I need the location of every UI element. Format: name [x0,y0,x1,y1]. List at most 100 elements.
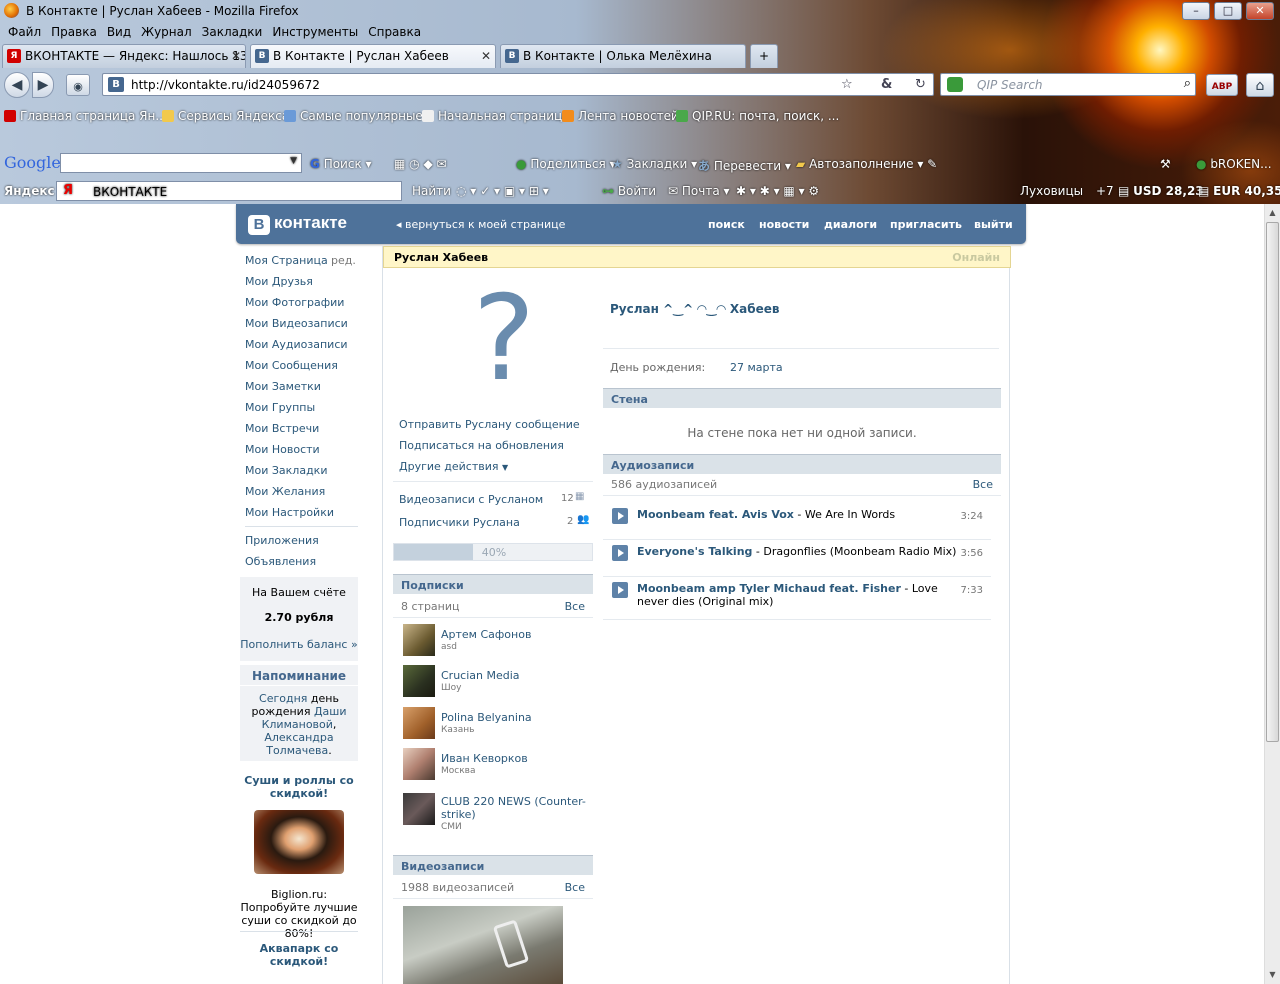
birthday-value[interactable]: 27 марта [730,361,783,374]
weather-temp[interactable]: +7 [1096,184,1114,198]
audio-track[interactable]: Moonbeam feat. Avis Vox - We Are In Word… [603,504,991,540]
audio-track[interactable]: Everyone's Talking - Dragonflies (Moonbe… [603,541,991,577]
translate-button[interactable]: あ Перевести ▾ [698,157,791,174]
back-to-my-page-link[interactable]: ◂ вернуться к моей странице [396,218,565,231]
tab-yandex[interactable]: Я ВКОНТАКТЕ — Яндекс: Нашлось 13... ✕ [2,44,246,68]
play-icon[interactable] [612,545,628,561]
track-artist[interactable]: Everyone's Talking [637,545,752,558]
scroll-down-arrow-icon[interactable]: ▼ [1266,967,1279,983]
avatar[interactable] [403,793,435,825]
sushi-ad-image[interactable] [254,810,344,874]
back-button[interactable]: ◀ [4,72,30,98]
audio-header[interactable]: Аудиозаписи [603,454,1001,474]
adblock-button[interactable]: ABP [1206,74,1238,96]
weather-city[interactable]: Луховицы [1020,184,1083,198]
menu-my-messages[interactable]: Мои Сообщения [245,359,338,372]
url-bar[interactable]: B http://vkontakte.ru/id24059672 ☆ & ↻ [102,73,934,96]
menu-my-events[interactable]: Мои Встречи [245,422,319,435]
home-button[interactable]: ⌂ [1246,73,1274,97]
bookmarks-button[interactable]: ★ Закладки ▾ [612,157,697,171]
google-search-input[interactable]: ▼ [60,153,302,173]
birthday-person-link[interactable]: Даши [314,705,347,718]
minimize-button[interactable]: – [1182,2,1210,20]
avatar[interactable] [403,665,435,697]
search-icon[interactable]: ⌕ [1184,76,1191,91]
menu-tools[interactable]: Инструменты [270,22,360,42]
menu-my-settings[interactable]: Мои Настройки [245,506,334,519]
reload-icon[interactable]: ↻ [915,77,926,92]
menu-my-videos[interactable]: Мои Видеозаписи [245,317,348,330]
wrench-icon[interactable]: ⚒ [1160,157,1171,171]
eur-rate[interactable]: ▤ EUR 40,35 [1198,184,1280,198]
scrollbar-thumb[interactable] [1266,222,1279,742]
audio-track[interactable]: Moonbeam amp Tyler Michaud feat. Fisher … [603,578,991,620]
track-artist[interactable]: Moonbeam amp Tyler Michaud feat. Fisher [637,582,901,595]
bookmark-start-page[interactable]: Начальная страница [422,109,570,123]
audio-all-link[interactable]: Все [973,478,993,491]
yandex-mail-button[interactable]: ✉ Почта ▾ [668,184,730,198]
menu-my-notes[interactable]: Мои Заметки [245,380,321,393]
chat-icon[interactable]: ◌ ▾ ✓ ▾ ▣ ▾ ⊞ ▾ [456,184,549,198]
videos-all-link[interactable]: Все [565,881,585,894]
bookmark-most-popular[interactable]: Самые популярные [284,109,423,123]
subscription-name[interactable]: Артем Сафонов [441,628,531,641]
videos-header[interactable]: Видеозаписи [393,855,593,875]
subscription-name-cont[interactable]: strike) [441,808,476,821]
subscription-item[interactable]: CLUB 220 NEWS (Counter- strike) СМИ [393,789,593,839]
bookmark-yandex-services[interactable]: Сервисы Яндекса [162,109,289,123]
extra-tools-icon[interactable]: ✱ ▾ ✱ ▾ ▦ ▾ ⚙ [736,184,819,198]
google-search-button[interactable]: G Поиск ▾ [310,157,372,171]
send-message-link[interactable]: Отправить Руслану сообщение [399,418,580,431]
menu-my-photos[interactable]: Мои Фотографии [245,296,344,309]
subscription-name[interactable]: CLUB 220 NEWS (Counter- [441,795,586,808]
menu-applications[interactable]: Приложения [245,534,319,547]
play-icon[interactable] [612,508,628,524]
ad-block-aquapark[interactable]: Аквапарк со скидкой! [240,942,358,968]
scroll-up-arrow-icon[interactable]: ▲ [1266,205,1279,221]
yandex-find-button[interactable]: Найти [412,184,451,198]
menu-file[interactable]: Файл [6,22,43,42]
subscription-name[interactable]: Crucian Media [441,669,520,682]
bookmark-yandex-home[interactable]: Главная страница Ян... [4,109,167,123]
close-window-button[interactable]: ✕ [1246,2,1274,20]
menu-my-audio[interactable]: Мои Аудиозаписи [245,338,348,351]
menu-help[interactable]: Справка [366,22,423,42]
yandex-login-button[interactable]: ⊶ Войти [602,184,656,198]
avatar[interactable] [403,707,435,739]
close-tab-icon[interactable]: ✕ [231,45,241,67]
usd-rate[interactable]: ▤ USD 28,23 [1118,184,1204,198]
subscriptions-all-link[interactable]: Все [565,600,585,613]
nav-search[interactable]: поиск [708,218,745,231]
menu-bookmarks[interactable]: Закладки [200,22,265,42]
yandex-search-text[interactable]: ВКОНТАКТЕ [93,185,167,199]
star-bookmark-icon[interactable]: ☆ [841,77,853,92]
new-tab-button[interactable]: + [750,44,778,68]
nav-invite[interactable]: пригласить [890,218,962,231]
ad-title[interactable]: Аквапарк со скидкой! [240,942,358,968]
birthday-person-link[interactable]: Толмачева [266,744,328,757]
followers-link[interactable]: Подписчики Руслана [399,516,520,529]
ad-block-sushi[interactable]: Суши и роллы со скидкой! Biglion.ru: Поп… [240,774,358,940]
autofill-button[interactable]: ▰ Автозаполнение ▾ ✎ [796,157,937,171]
videos-with-link[interactable]: Видеозаписи с Русланом [399,493,543,506]
profile-button[interactable]: ● bROKEN... [1196,157,1272,171]
url-text[interactable]: http://vkontakte.ru/id24059672 [131,78,320,92]
birthday-person-link[interactable]: Александра [264,731,333,744]
subscription-item[interactable]: Polina Belyanina Казань [393,707,593,747]
menu-history[interactable]: Журнал [139,22,194,42]
wall-header[interactable]: Стена [603,388,1001,408]
ad-title[interactable]: Суши и роллы со скидкой! [240,774,358,800]
today-link[interactable]: Сегодня [259,692,307,705]
history-button[interactable]: ◉ [66,74,90,96]
birthday-person-link[interactable]: Климановой [262,718,333,731]
menu-my-bookmarks[interactable]: Мои Закладки [245,464,327,477]
page-scrollbar[interactable]: ▲ ▼ [1264,204,1280,984]
subscription-name[interactable]: Иван Кеворков [441,752,528,765]
menu-my-news[interactable]: Мои Новости [245,443,320,456]
tab-olka[interactable]: B В Контакте | Олька Мелёхина [500,44,746,68]
yandex-search-input[interactable]: Я ВКОНТАКТЕ [56,181,402,201]
menu-edit[interactable]: Правка [49,22,99,42]
close-tab-icon[interactable]: ✕ [481,45,491,67]
vk-logo-text[interactable]: контакте [274,213,347,233]
edit-link[interactable]: ред. [331,254,356,267]
